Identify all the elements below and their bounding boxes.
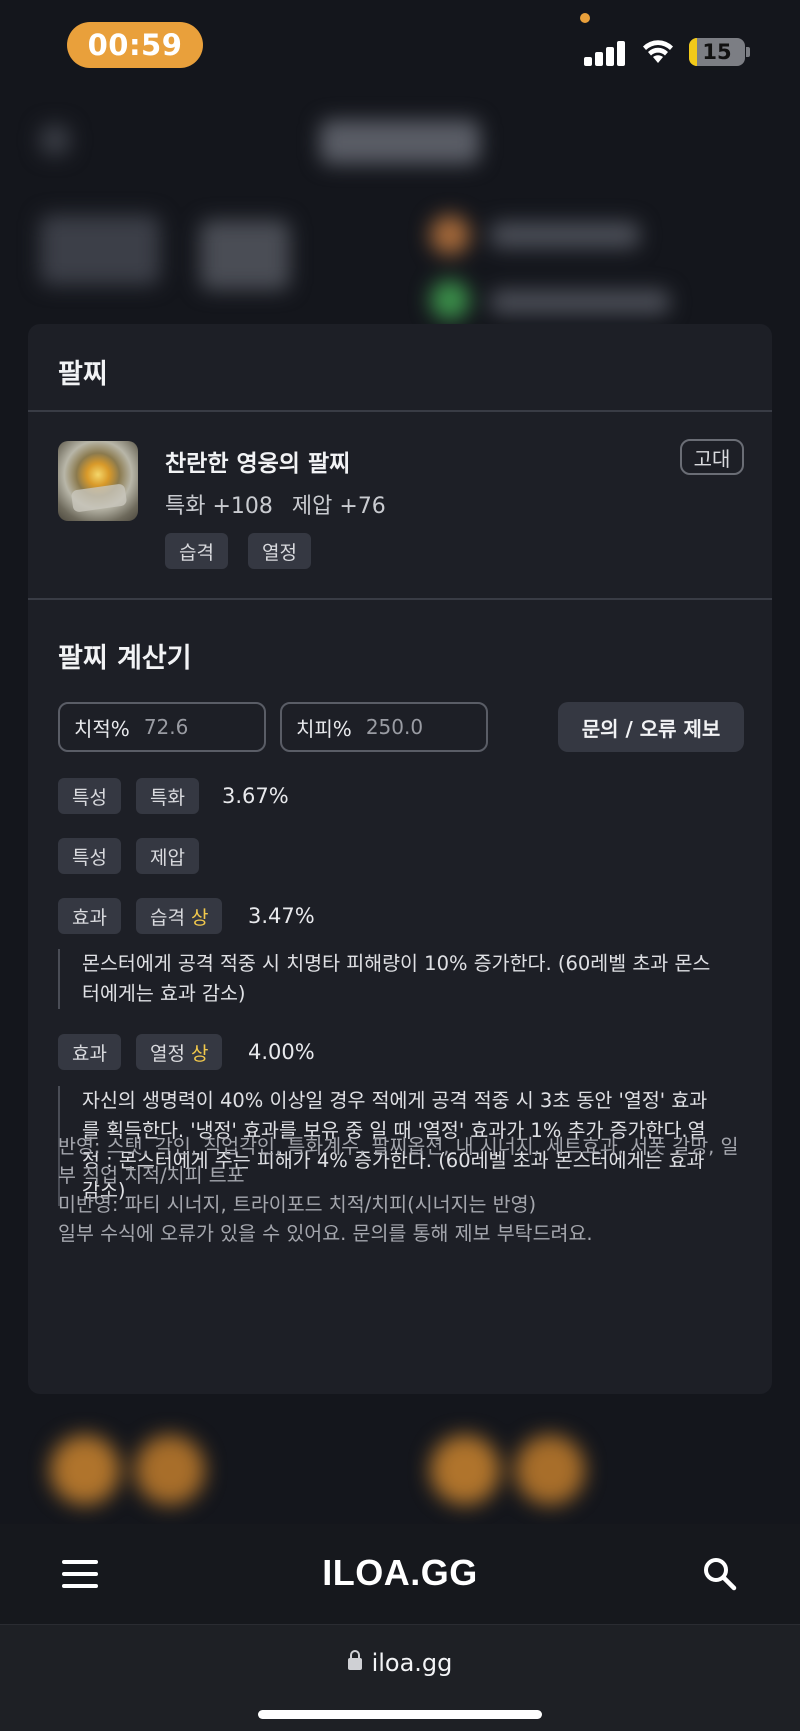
effect-name: 열정 — [150, 1042, 185, 1065]
row-name-tag: 열정 상 — [136, 1034, 223, 1070]
status-time: 00:59 — [67, 22, 203, 68]
divider — [28, 598, 772, 600]
crit-rate-field[interactable]: 치적% 72.6 — [58, 702, 266, 752]
battery-icon: 15 — [689, 38, 745, 66]
crit-damage-field[interactable]: 치피% 250.0 — [280, 702, 488, 752]
note-disclaimer: 일부 수식에 오류가 있을 수 있어요. 문의를 통해 제보 부탁드려요. — [58, 1222, 593, 1245]
blurred-icon — [50, 1435, 120, 1505]
search-icon[interactable] — [702, 1556, 738, 1592]
bracelet-tag: 열정 — [248, 533, 311, 569]
row-type-tag: 특성 — [58, 778, 121, 814]
bracelet-item-name: 찬란한 영웅의 팔찌 — [165, 451, 351, 477]
effect-name: 습격 — [150, 906, 185, 929]
report-error-button[interactable]: 문의 / 오류 제보 — [558, 702, 744, 752]
lock-icon — [347, 1650, 362, 1670]
row-value: 3.47% — [248, 904, 315, 928]
blurred-back-icon — [40, 125, 70, 155]
url-text: iloa.gg — [371, 1649, 453, 1677]
blurred-title — [320, 120, 480, 164]
bracelet-item-image — [58, 441, 138, 521]
wifi-icon — [643, 40, 673, 63]
row-name-tag: 습격 상 — [136, 898, 223, 934]
site-logo[interactable]: ILOA.GG — [0, 1552, 800, 1594]
cellular-signal-icon — [584, 40, 626, 66]
crit-rate-label: 치적% — [74, 716, 130, 741]
row-name-tag: 특화 — [136, 778, 199, 814]
divider — [28, 410, 772, 412]
calculator-title: 팔찌 계산기 — [58, 643, 192, 674]
row-type-tag: 효과 — [58, 1034, 121, 1070]
blurred-icon — [515, 1435, 585, 1505]
browser-url-bar: iloa.gg — [0, 1624, 800, 1731]
address-bar[interactable]: iloa.gg — [0, 1649, 800, 1677]
bracelet-stats: 특화 +108 제압 +76 — [165, 488, 398, 520]
note-not-reflected: 미반영: 파티 시너지, 트라이포드 치적/치피(시너지는 반영) — [58, 1193, 537, 1216]
stat-specialization: 특화 +108 — [165, 494, 273, 519]
blurred-icon — [430, 1435, 500, 1505]
note-reflected: 반영: 스탯, 각인, 직업각인, 특화계수, 팔찌옵션, 내 시너지, 세트효… — [58, 1135, 739, 1187]
calculator-notes: 반영: 스탯, 각인, 직업각인, 특화계수, 팔찌옵션, 내 시너지, 세트효… — [58, 1132, 748, 1248]
crit-rate-value[interactable]: 72.6 — [144, 715, 189, 739]
home-indicator[interactable] — [258, 1710, 542, 1719]
blurred-block — [40, 215, 160, 285]
status-bar: 00:59 15 — [0, 0, 800, 95]
effect-description: 몬스터에게 공격 적중 시 치명타 피해량이 10% 증가한다. (60레벨 초… — [58, 949, 718, 1009]
crit-damage-label: 치피% — [296, 716, 352, 741]
stat-domination: 제압 +76 — [291, 494, 386, 519]
row-type-tag: 특성 — [58, 838, 121, 874]
bracelet-tag: 습격 — [165, 533, 228, 569]
bracelet-section-title: 팔찌 — [58, 359, 108, 390]
crit-damage-value[interactable]: 250.0 — [366, 715, 423, 739]
bracelet-panel: 팔찌 찬란한 영웅의 팔찌 고대 특화 +108 제압 +76 습격 열정 팔찌… — [28, 324, 772, 1394]
battery-tip — [746, 47, 750, 57]
battery-level: 15 — [702, 40, 732, 64]
row-value: 4.00% — [248, 1040, 315, 1064]
blurred-icon — [430, 215, 470, 255]
blurred-icon — [135, 1435, 205, 1505]
blurred-text — [490, 222, 640, 248]
blurred-text — [490, 290, 670, 314]
privacy-indicator-dot — [580, 13, 590, 23]
row-value: 3.67% — [222, 784, 289, 808]
blurred-block — [200, 220, 290, 290]
grade-badge: 고대 — [680, 439, 744, 475]
row-name-tag: 제압 — [136, 838, 199, 874]
blurred-icon — [430, 280, 470, 320]
effect-grade: 상 — [190, 1042, 209, 1065]
effect-grade: 상 — [190, 906, 209, 929]
row-type-tag: 효과 — [58, 898, 121, 934]
bottom-navigation: ILOA.GG — [0, 1524, 800, 1624]
